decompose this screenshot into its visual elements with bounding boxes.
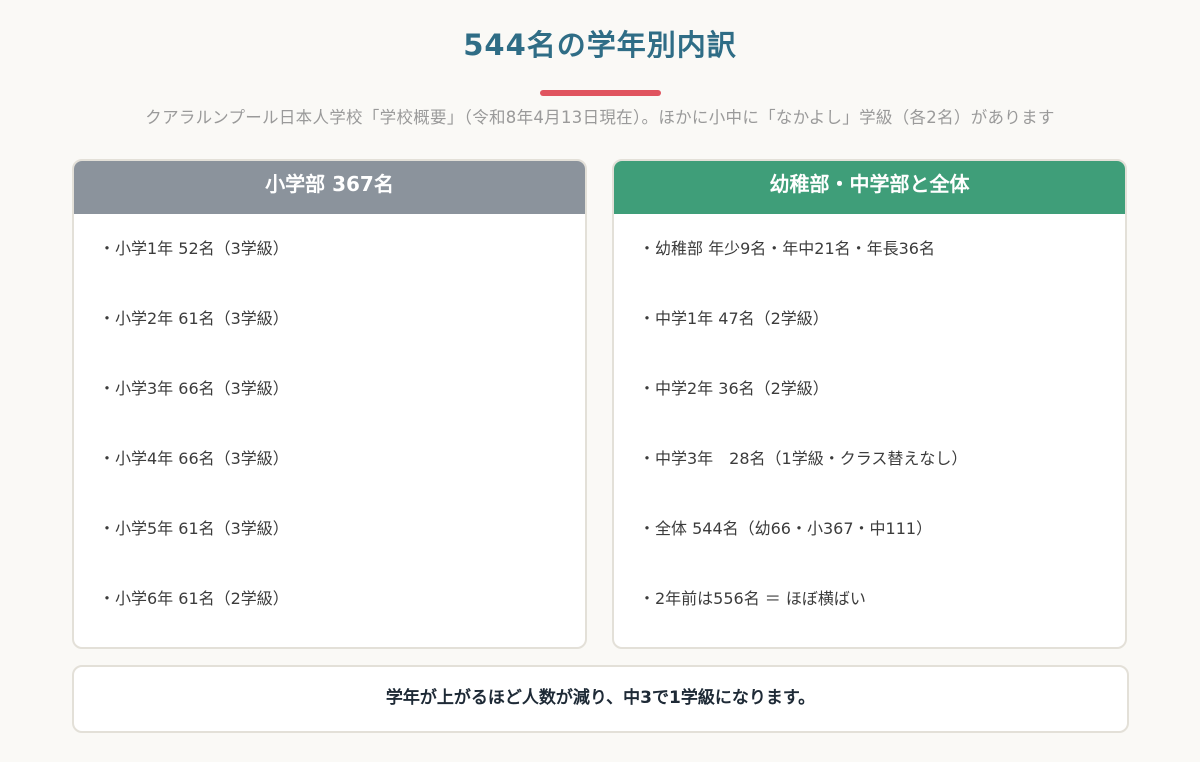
list-item: ・全体 544名（幼66・小367・中111） xyxy=(639,519,933,538)
kindergarten-junior-card-header: 幼稚部・中学部と全体 xyxy=(614,161,1125,214)
list-item: ・幼稚部 年少9名・年中21名・年長36名 xyxy=(639,239,935,258)
list-item: ・中学2年 36名（2学級） xyxy=(639,379,829,398)
title-accent-bar xyxy=(540,90,661,96)
kindergarten-junior-card: 幼稚部・中学部と全体 ・幼稚部 年少9名・年中21名・年長36名 ・中学1年 4… xyxy=(612,159,1127,649)
page-subtitle: クアラルンプール日本人学校「学校概要」（令和8年4月13日現在）。ほかに小中に「… xyxy=(145,108,1055,127)
list-item: ・中学1年 47名（2学級） xyxy=(639,309,829,328)
summary-note: 学年が上がるほど人数が減り、中3で1学級になります。 xyxy=(72,665,1129,733)
list-item: ・小学5年 61名（3学級） xyxy=(99,519,289,538)
elementary-card-header: 小学部 367名 xyxy=(74,161,585,214)
page-title: 544名の学年別内訳 xyxy=(463,28,737,62)
list-item: ・中学3年 28名（1学級・クラス替えなし） xyxy=(639,449,968,468)
list-item: ・小学4年 66名（3学級） xyxy=(99,449,289,468)
list-item: ・小学2年 61名（3学級） xyxy=(99,309,289,328)
elementary-card: 小学部 367名 ・小学1年 52名（3学級） ・小学2年 61名（3学級） ・… xyxy=(72,159,587,649)
list-item: ・小学1年 52名（3学級） xyxy=(99,239,289,258)
list-item: ・小学6年 61名（2学級） xyxy=(99,589,289,608)
list-item: ・2年前は556名 ＝ ほぼ横ばい xyxy=(639,589,866,608)
list-item: ・小学3年 66名（3学級） xyxy=(99,379,289,398)
